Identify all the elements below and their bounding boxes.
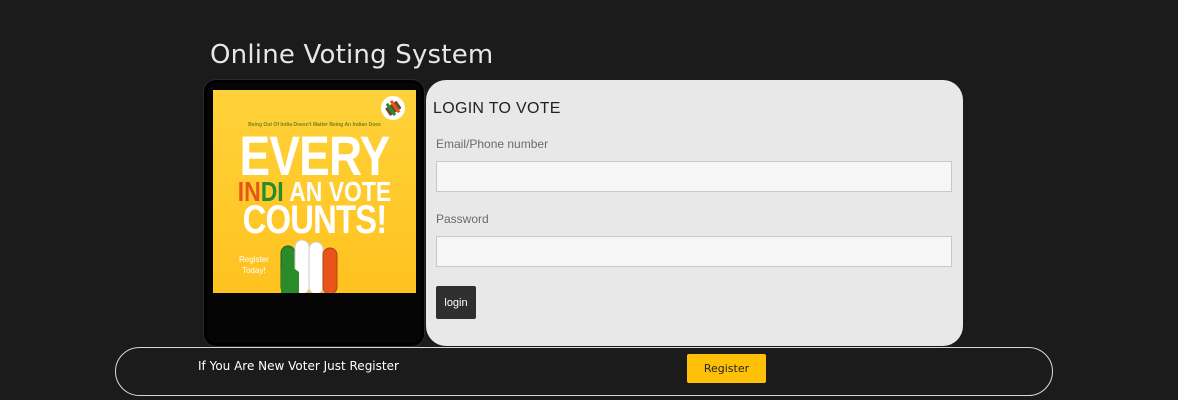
poster-headline-counts: COUNTS! <box>242 198 387 242</box>
poster-register-line2: Today! <box>242 266 266 275</box>
campaign-poster: Being Out Of India Doesn't Matter Being … <box>213 90 416 293</box>
poster-frame: Being Out Of India Doesn't Matter Being … <box>204 80 424 346</box>
raised-fist-tricolor-icon <box>280 239 338 293</box>
login-button[interactable]: login <box>436 286 476 319</box>
page-title: Online Voting System <box>210 40 494 70</box>
register-button[interactable]: Register <box>687 354 766 383</box>
register-bar: If You Are New Voter Just Register Regis… <box>115 347 1053 396</box>
login-heading: LOGIN TO VOTE <box>433 100 561 117</box>
password-input[interactable] <box>436 236 952 267</box>
password-label: Password <box>436 212 489 226</box>
voting-machine-icon <box>381 96 405 120</box>
login-panel: LOGIN TO VOTE Email/Phone number Passwor… <box>426 80 963 346</box>
poster-register-today: Register Today! <box>239 254 269 276</box>
email-label: Email/Phone number <box>436 137 549 151</box>
new-voter-prompt: If You Are New Voter Just Register <box>198 359 399 373</box>
poster-register-line1: Register <box>239 255 269 264</box>
email-phone-input[interactable] <box>436 161 952 192</box>
